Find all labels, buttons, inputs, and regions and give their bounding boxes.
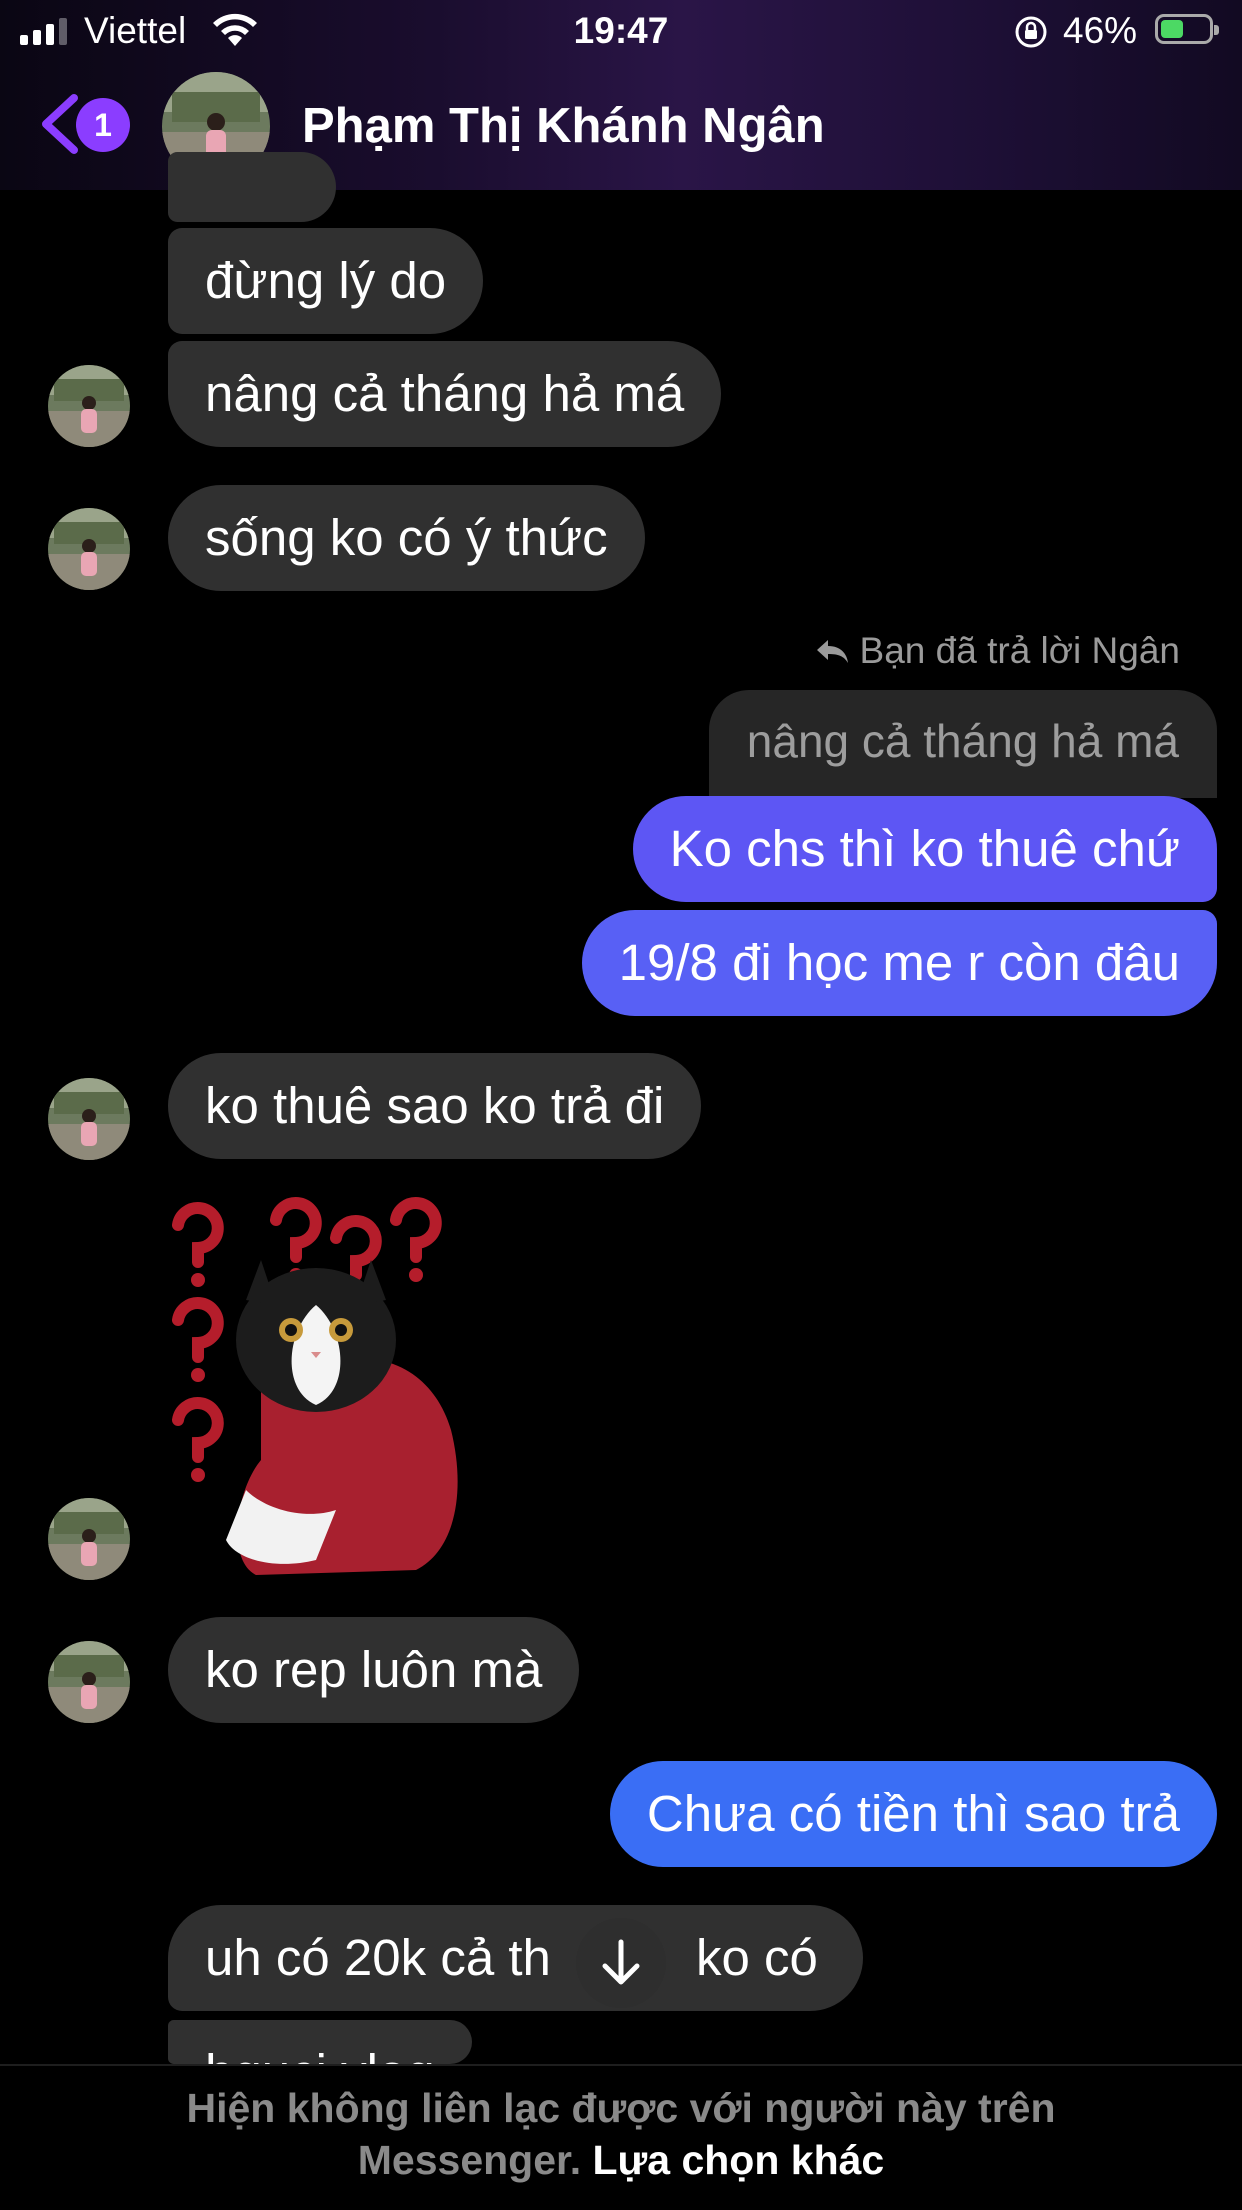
message-bubble[interactable]: ko rep luôn mà	[168, 1617, 580, 1723]
sender-avatar[interactable]	[48, 1078, 130, 1160]
avatar-image	[48, 1641, 130, 1723]
message-bubble[interactable]: đừng lý do	[168, 228, 484, 334]
notice-text-prefix: Messenger.	[357, 2137, 582, 2183]
notice-text: Hiện không liên lạc được với người này t…	[186, 2085, 1056, 2131]
message-bubble-sent[interactable]: Chưa có tiền thì sao trả	[609, 1761, 1217, 1867]
clock: 19:47	[573, 10, 669, 51]
rotation-lock-icon	[1015, 16, 1047, 48]
cat-sticker[interactable]	[166, 1190, 561, 1585]
message-text: hguci vlog	[205, 2044, 435, 2064]
contact-name[interactable]: Phạm Thị Khánh Ngân	[302, 98, 825, 154]
message-bubble-partial[interactable]	[168, 152, 336, 222]
reply-indicator: Bạn đã trả lời Ngân	[814, 630, 1180, 672]
battery-percent: 46%	[1063, 10, 1138, 51]
unavailable-notice: Hiện không liên lạc được với người này t…	[0, 2064, 1242, 2210]
sender-avatar[interactable]	[48, 1641, 130, 1723]
message-text: Chưa có tiền thì sao trả	[646, 1785, 1180, 1842]
sender-avatar[interactable]	[48, 508, 130, 590]
message-text: nâng cả tháng hả má	[205, 365, 685, 422]
message-text: ko thuê sao ko trả đi	[205, 1077, 665, 1134]
message-text: sống ko có ý thức	[205, 509, 608, 566]
message-bubble[interactable]: sống ko có ý thức	[168, 485, 645, 591]
message-text: Ko chs thì ko thuê chứ	[669, 820, 1180, 877]
avatar-image	[48, 365, 130, 447]
replied-message-quote[interactable]: nâng cả tháng hả má	[708, 690, 1217, 798]
message-text: uh có 20k cả th	[205, 1929, 551, 1986]
message-text: ko rep luôn mà	[205, 1641, 543, 1698]
message-bubble[interactable]: uh có 20k cả th ko có	[168, 1905, 863, 2011]
avatar-image	[48, 1078, 130, 1160]
message-bubble[interactable]: ko thuê sao ko trả đi	[168, 1053, 702, 1159]
status-bar: Viettel 19:47 46%	[0, 0, 1242, 62]
message-text: đừng lý do	[205, 252, 447, 309]
message-bubble[interactable]: hguci vlog	[168, 2020, 472, 2064]
avatar-image	[48, 508, 130, 590]
message-text-continued: ko có	[696, 1929, 818, 1986]
reply-label-text: Bạn đã trả lời Ngân	[859, 630, 1180, 671]
unread-badge[interactable]: 1	[76, 98, 130, 152]
message-bubble-sent[interactable]: 19/8 đi học me r còn đâu	[581, 910, 1217, 1016]
message-text: 19/8 đi học me r còn đâu	[618, 934, 1180, 991]
message-bubble[interactable]: nâng cả tháng hả má	[168, 341, 722, 447]
sender-avatar[interactable]	[48, 365, 130, 447]
scroll-to-bottom-button[interactable]	[576, 1918, 666, 2008]
battery-icon	[1155, 14, 1219, 44]
sender-avatar[interactable]	[48, 1498, 130, 1580]
avatar-image	[48, 1498, 130, 1580]
reply-arrow-icon	[816, 640, 848, 663]
other-options-link[interactable]: Lựa chọn khác	[593, 2137, 885, 2183]
arrow-down-icon	[602, 1939, 640, 1985]
message-bubble-sent[interactable]: Ko chs thì ko thuê chứ	[632, 796, 1217, 902]
